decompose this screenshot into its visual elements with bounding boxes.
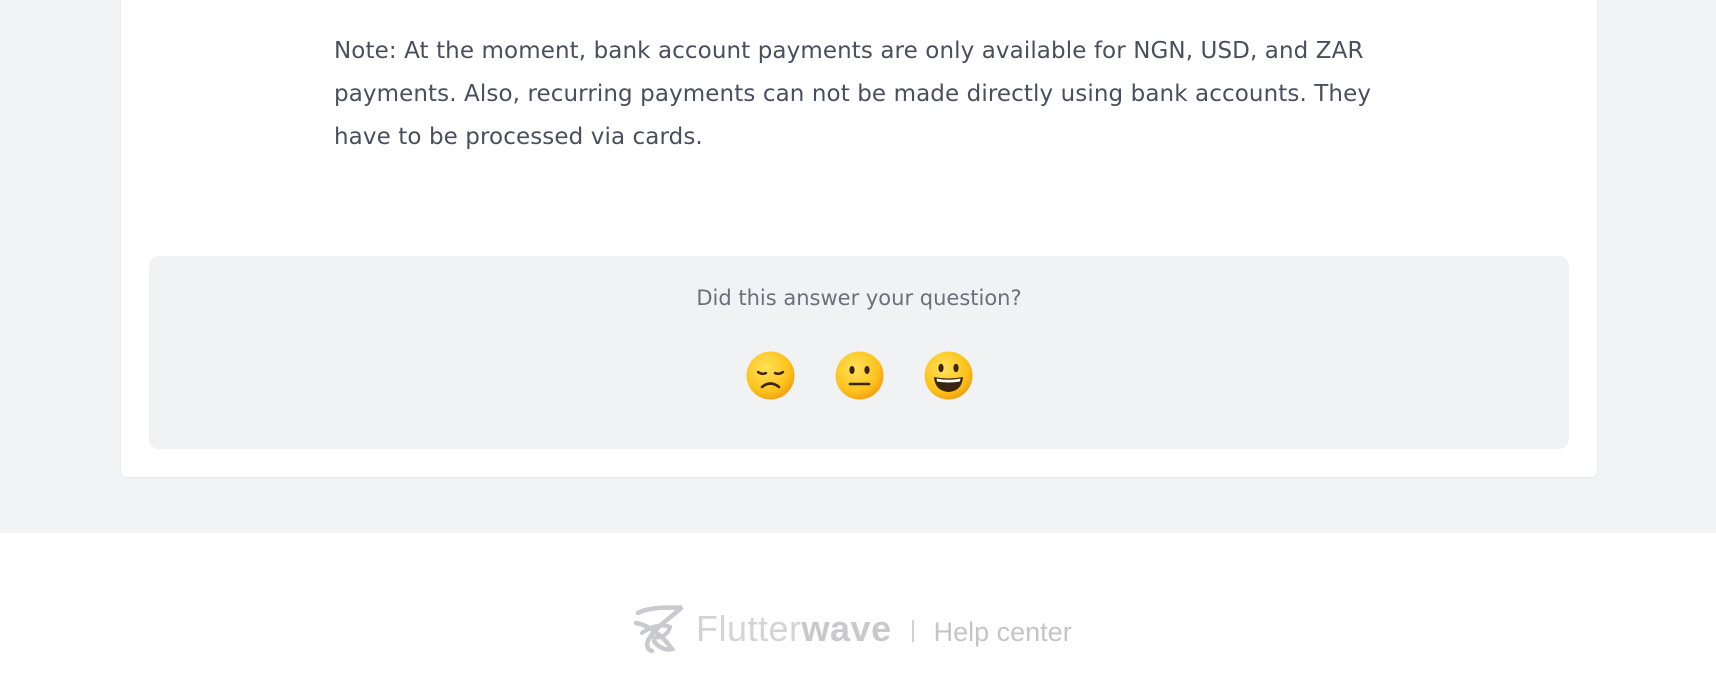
brand-divider	[911, 620, 914, 642]
help-center-label: Help center	[933, 616, 1072, 647]
disappointed-face-icon	[746, 351, 794, 400]
neutral-face-icon	[835, 351, 883, 400]
flutterwave-logo-icon	[633, 604, 684, 654]
footer-home-link[interactable]: Flutterwave Help center	[632, 599, 1072, 659]
brand-name-bold: wave	[801, 608, 892, 649]
reaction-neutral-button[interactable]	[834, 350, 885, 401]
footer: Flutterwave Help center	[0, 533, 1716, 700]
reaction-group	[149, 350, 1569, 401]
reaction-disappointed-button[interactable]	[745, 350, 796, 401]
brand-name: Flutterwave	[696, 608, 892, 650]
article-note: Note: At the moment, bank account paymen…	[334, 38, 1372, 150]
feedback-panel: Did this answer your question?	[149, 256, 1569, 449]
feedback-question: Did this answer your question?	[696, 286, 1022, 310]
brand-name-light: Flutter	[696, 608, 802, 649]
article-card: Note: At the moment, bank account paymen…	[121, 0, 1597, 477]
smiling-face-icon	[924, 351, 972, 400]
reaction-smiley-button[interactable]	[923, 350, 974, 401]
